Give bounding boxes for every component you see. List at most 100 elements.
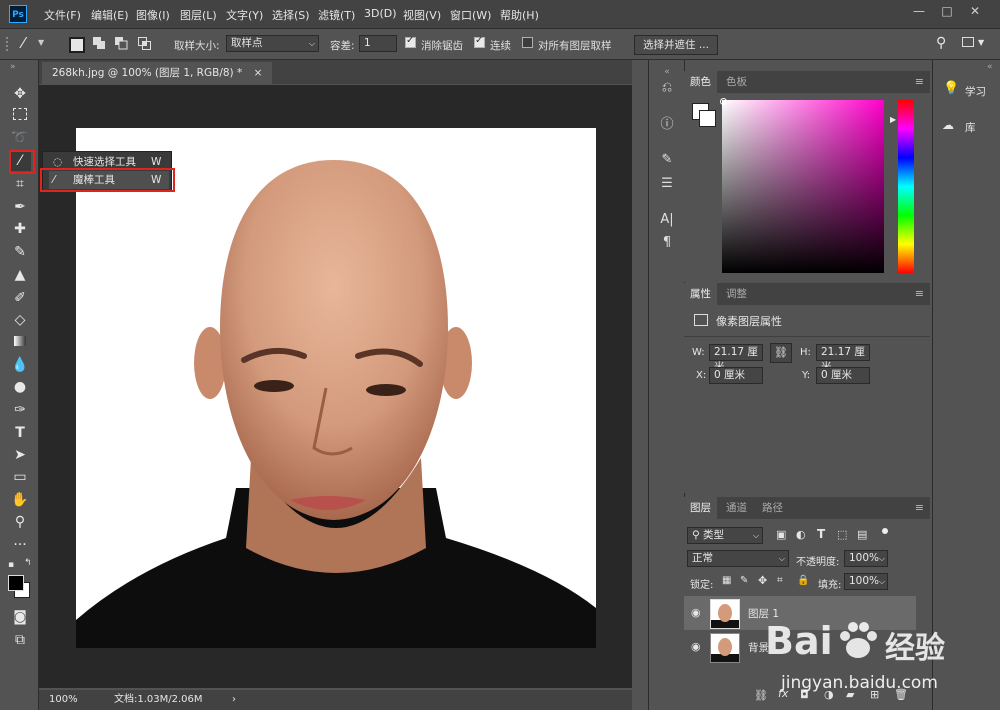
history-panel-icon[interactable]: ⎌ xyxy=(657,78,677,98)
opacity-input[interactable]: 100% ⌵ xyxy=(844,550,888,567)
filter-toggle-icon[interactable] xyxy=(882,528,888,534)
menu-image[interactable]: 图像(I) xyxy=(136,7,170,23)
zoom-level[interactable]: 100% xyxy=(49,690,78,710)
layer-name[interactable]: 图层 1 xyxy=(748,606,779,621)
chevron-down-icon[interactable]: ▼ xyxy=(38,38,44,47)
hue-slider-arrow[interactable]: ▶ xyxy=(890,115,896,124)
collapse-toolbar-icon[interactable]: » xyxy=(10,62,16,72)
workspace-icon[interactable] xyxy=(962,37,974,47)
tab-paths[interactable]: 路径 xyxy=(756,497,789,519)
y-input[interactable]: 0 厘米 xyxy=(816,367,870,384)
layer-name[interactable]: 背景 xyxy=(748,640,769,655)
canvas-photo[interactable] xyxy=(76,128,596,648)
color-field[interactable] xyxy=(722,100,884,273)
paragraph-panel-icon[interactable]: ¶ xyxy=(657,233,677,253)
swap-colors-icon[interactable]: ↰ xyxy=(24,558,32,568)
crop-tool-icon[interactable]: ⌗ xyxy=(9,174,31,194)
eye-icon[interactable]: ◉ xyxy=(691,606,701,619)
dodge-tool-icon[interactable]: ● xyxy=(9,377,31,397)
close-window-button[interactable]: ✕ xyxy=(964,3,986,19)
options-bar-grip[interactable] xyxy=(6,37,11,51)
move-tool-icon[interactable]: ✥ xyxy=(9,84,31,104)
search-icon[interactable]: ⚲ xyxy=(936,35,946,51)
width-input[interactable]: 21.17 厘米 xyxy=(709,344,763,373)
close-tab-icon[interactable]: × xyxy=(254,67,263,79)
history-brush-tool-icon[interactable]: ✐ xyxy=(9,288,31,308)
menu-file[interactable]: 文件(F) xyxy=(44,7,81,23)
filter-type-icon[interactable]: T xyxy=(817,527,825,541)
minimize-button[interactable]: — xyxy=(908,3,930,19)
pen-tool-icon[interactable]: ✑ xyxy=(9,400,31,420)
menu-edit[interactable]: 编辑(E) xyxy=(91,7,129,23)
menu-filter[interactable]: 滤镜(T) xyxy=(318,7,355,23)
marquee-tool-icon[interactable] xyxy=(9,106,31,126)
lock-artboard-icon[interactable]: ⌗ xyxy=(777,575,783,586)
maximize-button[interactable]: □ xyxy=(936,3,958,19)
path-selection-tool-icon[interactable]: ➤ xyxy=(9,445,31,465)
tab-color[interactable]: 颜色 xyxy=(684,71,717,93)
add-mask-icon[interactable]: ◘ xyxy=(800,688,809,701)
zoom-tool-icon[interactable]: ⚲ xyxy=(9,512,31,532)
clone-stamp-tool-icon[interactable]: ▲ xyxy=(9,265,31,285)
panel-menu-icon[interactable]: ≡ xyxy=(915,287,924,300)
menu-type[interactable]: 文字(Y) xyxy=(226,7,263,23)
learn-item[interactable]: 💡 学习 xyxy=(933,78,1000,102)
document-tab[interactable]: 268kh.jpg @ 100% (图层 1, RGB/8) * × xyxy=(42,62,273,84)
hand-tool-icon[interactable]: ✋ xyxy=(9,490,31,510)
filter-pixel-icon[interactable]: ▣ xyxy=(776,528,786,541)
fill-input[interactable]: 100% ⌵ xyxy=(844,573,888,590)
eyedropper-tool-icon[interactable]: ✒ xyxy=(9,197,31,217)
menu-layer[interactable]: 图层(L) xyxy=(180,7,217,23)
blur-tool-icon[interactable]: 💧 xyxy=(9,355,31,375)
lock-transparent-icon[interactable]: ▦ xyxy=(722,575,731,586)
eye-icon[interactable]: ◉ xyxy=(691,640,701,653)
libraries-item[interactable]: ☁ 库 xyxy=(933,114,1000,138)
x-input[interactable]: 0 厘米 xyxy=(709,367,763,384)
sample-size-select[interactable]: 取样点 ⌵ xyxy=(226,35,319,52)
panel-menu-icon[interactable]: ≡ xyxy=(915,75,924,88)
rectangle-tool-icon[interactable]: ▭ xyxy=(9,467,31,487)
contiguous-checkbox[interactable] xyxy=(474,35,485,48)
select-and-mask-button[interactable]: 选择并遮住 ... xyxy=(634,35,718,55)
new-layer-icon[interactable]: ⊞ xyxy=(870,688,879,701)
menu-view[interactable]: 视图(V) xyxy=(403,7,441,23)
lock-pixels-icon[interactable]: ✎ xyxy=(740,575,748,586)
hue-slider[interactable] xyxy=(898,100,914,273)
link-icon[interactable]: ⛓ xyxy=(770,343,792,363)
subtract-selection-icon[interactable] xyxy=(115,37,128,50)
edit-toolbar-icon[interactable]: ··· xyxy=(9,535,31,555)
tolerance-input[interactable]: 1 xyxy=(359,35,397,52)
lock-all-icon[interactable]: 🔒 xyxy=(797,575,809,586)
quick-mask-icon[interactable]: ◙ xyxy=(9,607,31,627)
type-tool-icon[interactable]: T xyxy=(9,423,31,443)
lasso-tool-icon[interactable]: ➰ xyxy=(9,128,31,148)
tab-properties[interactable]: 属性 xyxy=(684,283,717,305)
brush-settings-icon[interactable]: ☰ xyxy=(657,174,677,194)
layer-filter-select[interactable]: ⚲ 类型 ⌵ xyxy=(687,527,763,544)
sample-all-layers-checkbox[interactable] xyxy=(522,37,533,48)
blend-mode-select[interactable]: 正常 ⌵ xyxy=(687,550,789,567)
menu-3d[interactable]: 3D(D) xyxy=(364,7,397,20)
height-input[interactable]: 21.17 厘米 xyxy=(816,344,870,373)
collapse-icon[interactable]: « xyxy=(987,62,993,72)
antialias-checkbox[interactable] xyxy=(405,35,416,48)
magic-wand-preset-icon[interactable]: ⁄ xyxy=(22,34,25,52)
layer-row-layer1[interactable]: ◉ 图层 1 xyxy=(684,596,916,630)
brushes-panel-icon[interactable]: ✎ xyxy=(657,150,677,170)
screen-mode-icon[interactable]: ⧉ xyxy=(9,630,31,650)
new-group-icon[interactable]: ▰ xyxy=(846,688,854,701)
tab-layers[interactable]: 图层 xyxy=(684,497,717,519)
menu-select[interactable]: 选择(S) xyxy=(272,7,310,23)
chevron-down-icon[interactable]: ▼ xyxy=(978,38,984,47)
foreground-color-swatch[interactable] xyxy=(8,575,24,591)
link-layers-icon[interactable]: ⛓ xyxy=(754,689,768,702)
menu-window[interactable]: 窗口(W) xyxy=(450,7,491,23)
info-panel-icon[interactable]: ⓘ xyxy=(657,115,677,135)
eraser-tool-icon[interactable]: ◇ xyxy=(9,310,31,330)
filter-shape-icon[interactable]: ⬚ xyxy=(837,528,847,541)
panel-menu-icon[interactable]: ≡ xyxy=(915,501,924,514)
gradient-tool-icon[interactable] xyxy=(9,332,31,352)
bg-color-chip[interactable] xyxy=(699,110,716,127)
brush-tool-icon[interactable]: ✎ xyxy=(9,242,31,262)
fx-icon[interactable]: fx xyxy=(778,687,788,700)
